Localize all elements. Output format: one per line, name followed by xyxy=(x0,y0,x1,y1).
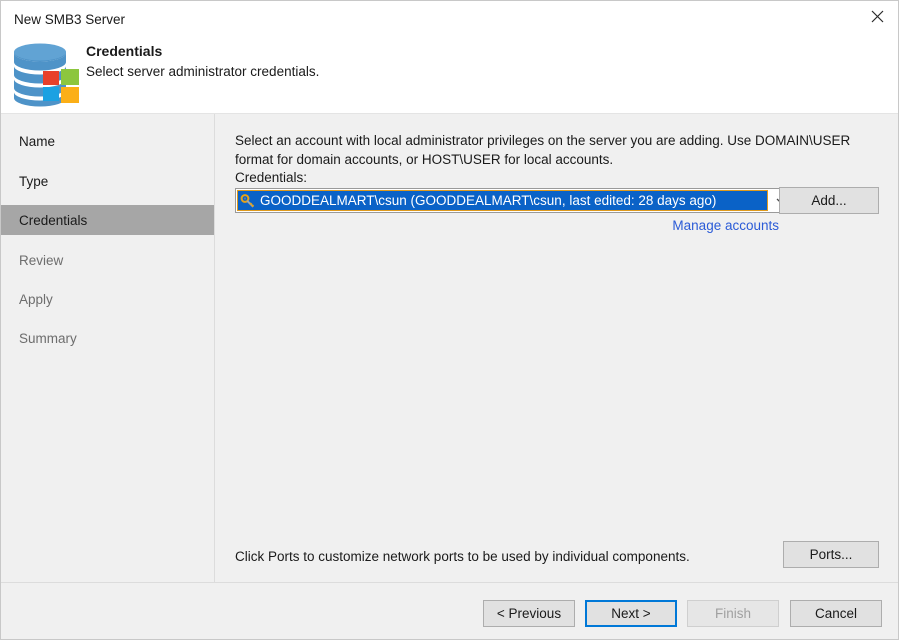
close-button[interactable] xyxy=(854,1,898,31)
sidebar-item-type[interactable]: Type xyxy=(1,166,214,196)
credentials-combobox[interactable]: GOODDEALMART\csun (GOODDEALMART\csun, la… xyxy=(235,188,794,213)
sidebar-item-label: Summary xyxy=(19,330,77,346)
main-content-panel: Select an account with local administrat… xyxy=(215,114,898,582)
add-credentials-button[interactable]: Add... xyxy=(779,187,879,214)
sidebar-item-summary[interactable]: Summary xyxy=(1,323,214,353)
credentials-selected-value: GOODDEALMART\csun (GOODDEALMART\csun, la… xyxy=(260,193,717,208)
intro-description: Select an account with local administrat… xyxy=(235,133,851,167)
cancel-button[interactable]: Cancel xyxy=(790,600,882,627)
finish-button: Finish xyxy=(687,600,779,627)
credentials-label: Credentials: xyxy=(235,170,308,185)
sidebar-item-label: Type xyxy=(19,173,49,189)
sidebar-item-label: Apply xyxy=(19,291,53,307)
manage-accounts-link[interactable]: Manage accounts xyxy=(666,218,779,233)
sidebar-item-name[interactable]: Name xyxy=(1,126,214,156)
ports-description: Click Ports to customize network ports t… xyxy=(235,549,690,564)
key-icon xyxy=(240,193,256,209)
page-subtitle: Select server administrator credentials. xyxy=(86,64,320,79)
database-windows-icon xyxy=(10,41,82,107)
sidebar-item-label: Review xyxy=(19,252,64,268)
next-button[interactable]: Next > xyxy=(585,600,677,627)
page-title: Credentials xyxy=(86,43,163,59)
sidebar-item-apply[interactable]: Apply xyxy=(1,284,214,314)
sidebar-item-label: Credentials xyxy=(19,212,88,228)
credentials-selected-row[interactable]: GOODDEALMART\csun (GOODDEALMART\csun, la… xyxy=(237,190,768,211)
wizard-header: Credentials Select server administrator … xyxy=(1,31,898,114)
sidebar-item-credentials[interactable]: Credentials xyxy=(1,205,214,235)
previous-button[interactable]: < Previous xyxy=(483,600,575,627)
wizard-footer: < Previous Next > Finish Cancel xyxy=(1,582,898,639)
ports-button[interactable]: Ports... xyxy=(783,541,879,568)
sidebar-item-label: Name xyxy=(19,133,56,149)
close-icon xyxy=(871,10,884,23)
sidebar-item-review[interactable]: Review xyxy=(1,245,214,275)
wizard-step-sidebar: Name Type Credentials Review Apply Summa… xyxy=(1,114,215,582)
wizard-window: New SMB3 Server Credentials Select serve… xyxy=(0,0,899,640)
window-title: New SMB3 Server xyxy=(14,12,126,27)
